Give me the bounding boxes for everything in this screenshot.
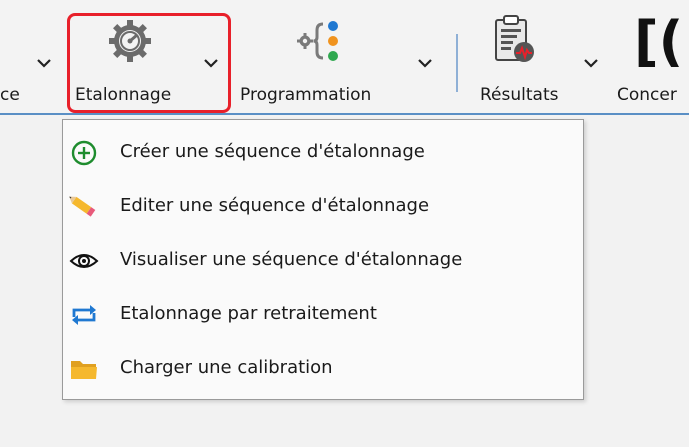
ribbon-tool-label: ce (0, 85, 20, 105)
menu-item-reprocessing[interactable]: Etalonnage par retraitement (63, 290, 583, 340)
menu-item-label: Editer une séquence d'étalonnage (120, 195, 430, 216)
ribbon-tool-resultats[interactable]: Résultats (470, 0, 610, 113)
menu-item-label: Créer une séquence d'étalonnage (120, 141, 425, 162)
plus-circle-icon (71, 140, 97, 166)
ribbon-toolbar: ce Etalonnage Programmation Résultats Co… (0, 0, 689, 113)
ribbon-tool-label: Résultats (480, 85, 559, 105)
ribbon-tool-label: Concer (617, 85, 677, 105)
menu-item-view-sequence[interactable]: Visualiser une séquence d'étalonnage (63, 236, 583, 286)
ribbon-tool-programmation[interactable]: Programmation (240, 0, 440, 113)
ribbon-tool-label: Programmation (240, 85, 372, 105)
menu-item-create-sequence[interactable]: Créer une séquence d'étalonnage (63, 128, 583, 178)
eye-icon (69, 254, 99, 268)
menu-item-load-calibration[interactable]: Charger une calibration (63, 344, 583, 394)
menu-item-edit-sequence[interactable]: Editer une séquence d'étalonnage (63, 182, 583, 232)
refresh-arrows-icon (72, 305, 96, 325)
highlight-box (67, 13, 231, 113)
menu-item-label: Charger une calibration (120, 357, 333, 378)
pencil-icon (69, 196, 96, 217)
menu-item-label: Visualiser une séquence d'étalonnage (120, 249, 463, 270)
ribbon-separator (456, 34, 458, 92)
chevron-down-icon[interactable] (583, 58, 599, 68)
gear-braces-dots-icon (297, 21, 338, 61)
ribbon-tool-partial[interactable]: ce (0, 0, 60, 113)
chevron-down-icon[interactable] (417, 58, 433, 68)
bracket-icon: [( (634, 10, 684, 73)
etalonnage-dropdown-menu: Créer une séquence d'étalonnage Editer u… (62, 119, 584, 400)
menu-item-label: Etalonnage par retraitement (120, 303, 377, 324)
chevron-down-icon[interactable] (36, 58, 52, 68)
ribbon-accent-line (0, 113, 689, 115)
folder-icon (71, 361, 97, 379)
clipboard-chart-icon (495, 15, 534, 62)
